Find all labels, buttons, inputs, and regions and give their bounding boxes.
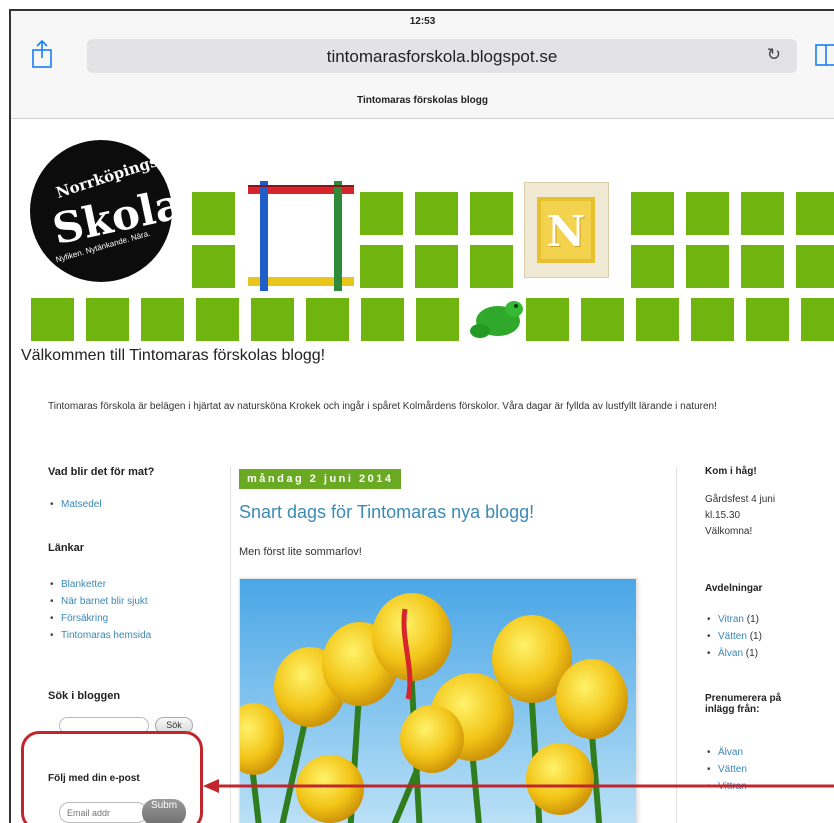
url-text: tintomarasforskola.blogspot.se <box>326 47 558 66</box>
link-matsedel[interactable]: Matsedel <box>48 496 208 513</box>
food-heading: Vad blir det för mat? <box>48 466 155 478</box>
search-heading: Sök i bloggen <box>48 690 121 702</box>
departments-heading: Avdelningar <box>705 583 763 594</box>
banner-green-square <box>796 192 834 235</box>
banner-green-square <box>360 245 403 288</box>
blog-title: Välkommen till Tintomaras förskolas blog… <box>21 347 326 364</box>
banner-green-square <box>415 245 458 288</box>
banner-green-square <box>31 298 74 341</box>
banner-green-square <box>636 298 679 341</box>
post-body-text: Men först lite sommarlov! <box>239 546 362 558</box>
banner-green-square <box>796 245 834 288</box>
frog-image <box>470 301 523 338</box>
department-item: Älvan (1) <box>705 645 830 662</box>
remember-note: Gårdsfest 4 juni kl.15.30 Välkomna! <box>705 494 776 537</box>
norrkopings-skola-logo: Norrköpings Skola Nyfiken. Nytänkande. N… <box>30 140 186 282</box>
department-link-vatten[interactable]: Vätten <box>718 631 747 642</box>
letter-block-image: N <box>524 182 609 278</box>
food-link-list: Matsedel <box>48 496 208 513</box>
banner-green-square <box>686 192 729 235</box>
post-date: måndag 2 juni 2014 <box>239 469 402 489</box>
bookmarks-icon[interactable] <box>814 41 834 69</box>
banner-green-square <box>192 245 235 288</box>
banner-green-square <box>746 298 789 341</box>
banner-green-square <box>801 298 834 341</box>
post-title-link[interactable]: Snart dags för Tintomaras nya blogg! <box>239 502 534 523</box>
pencil-frame-image <box>248 181 354 291</box>
department-link-alvan[interactable]: Älvan <box>718 648 743 659</box>
banner-green-square <box>741 192 784 235</box>
banner-green-square <box>581 298 624 341</box>
link-blanketter[interactable]: Blanketter <box>48 576 208 593</box>
link-nar-barnet-blir-sjukt[interactable]: När barnet blir sjukt <box>48 593 208 610</box>
banner-green-square <box>741 245 784 288</box>
banner-green-square <box>470 245 513 288</box>
departments-list: Vitran (1) Vätten (1) Älvan (1) <box>705 611 830 662</box>
banner-green-square <box>415 192 458 235</box>
subscribe-heading: Prenumerera på inlägg från: <box>705 693 782 715</box>
blog-header-banner: N Norrköpings Skola Nyfiken. Nytänkande.… <box>11 121 834 346</box>
banner-green-square <box>470 192 513 235</box>
banner-green-square <box>631 245 674 288</box>
browser-window: 12:53 tintomarasforskola.blogspot.se ↻ T… <box>9 9 834 823</box>
blog-description: Tintomaras förskola är belägen i hjärtat… <box>48 401 717 412</box>
banner-green-square <box>86 298 129 341</box>
email-follow-highlight <box>21 731 203 823</box>
banner-green-square <box>686 245 729 288</box>
reload-icon[interactable]: ↻ <box>767 45 781 65</box>
links-heading: Länkar <box>48 542 85 554</box>
link-tintomaras-hemsida[interactable]: Tintomaras hemsida <box>48 627 208 644</box>
subscribe-item-alvan[interactable]: Älvan <box>705 744 830 761</box>
banner-green-square <box>306 298 349 341</box>
department-item: Vitran (1) <box>705 611 830 628</box>
banner-green-square <box>631 192 674 235</box>
address-bar[interactable]: tintomarasforskola.blogspot.se ↻ <box>87 39 797 73</box>
department-link-vitran[interactable]: Vitran <box>718 614 744 625</box>
banner-green-square <box>192 192 235 235</box>
browser-toolbar: 12:53 tintomarasforskola.blogspot.se ↻ T… <box>11 11 834 119</box>
remember-heading: Kom i håg! <box>705 466 757 477</box>
post-column: måndag 2 juni 2014 Snart dags för Tintom… <box>230 466 677 823</box>
banner-green-square <box>360 192 403 235</box>
banner-green-square <box>691 298 734 341</box>
link-forsakring[interactable]: Försäkring <box>48 610 208 627</box>
status-clock: 12:53 <box>409 16 436 27</box>
banner-green-square <box>141 298 184 341</box>
department-item: Vätten (1) <box>705 628 830 645</box>
banner-green-square <box>251 298 294 341</box>
banner-green-square <box>526 298 569 341</box>
banner-green-square <box>196 298 239 341</box>
page-title: Tintomaras förskolas blogg <box>357 95 488 106</box>
banner-green-square <box>416 298 459 341</box>
banner-green-square <box>361 298 404 341</box>
red-arrow-annotation <box>203 779 834 793</box>
share-icon[interactable] <box>31 39 53 69</box>
links-list: Blanketter När barnet blir sjukt Försäkr… <box>48 576 208 644</box>
